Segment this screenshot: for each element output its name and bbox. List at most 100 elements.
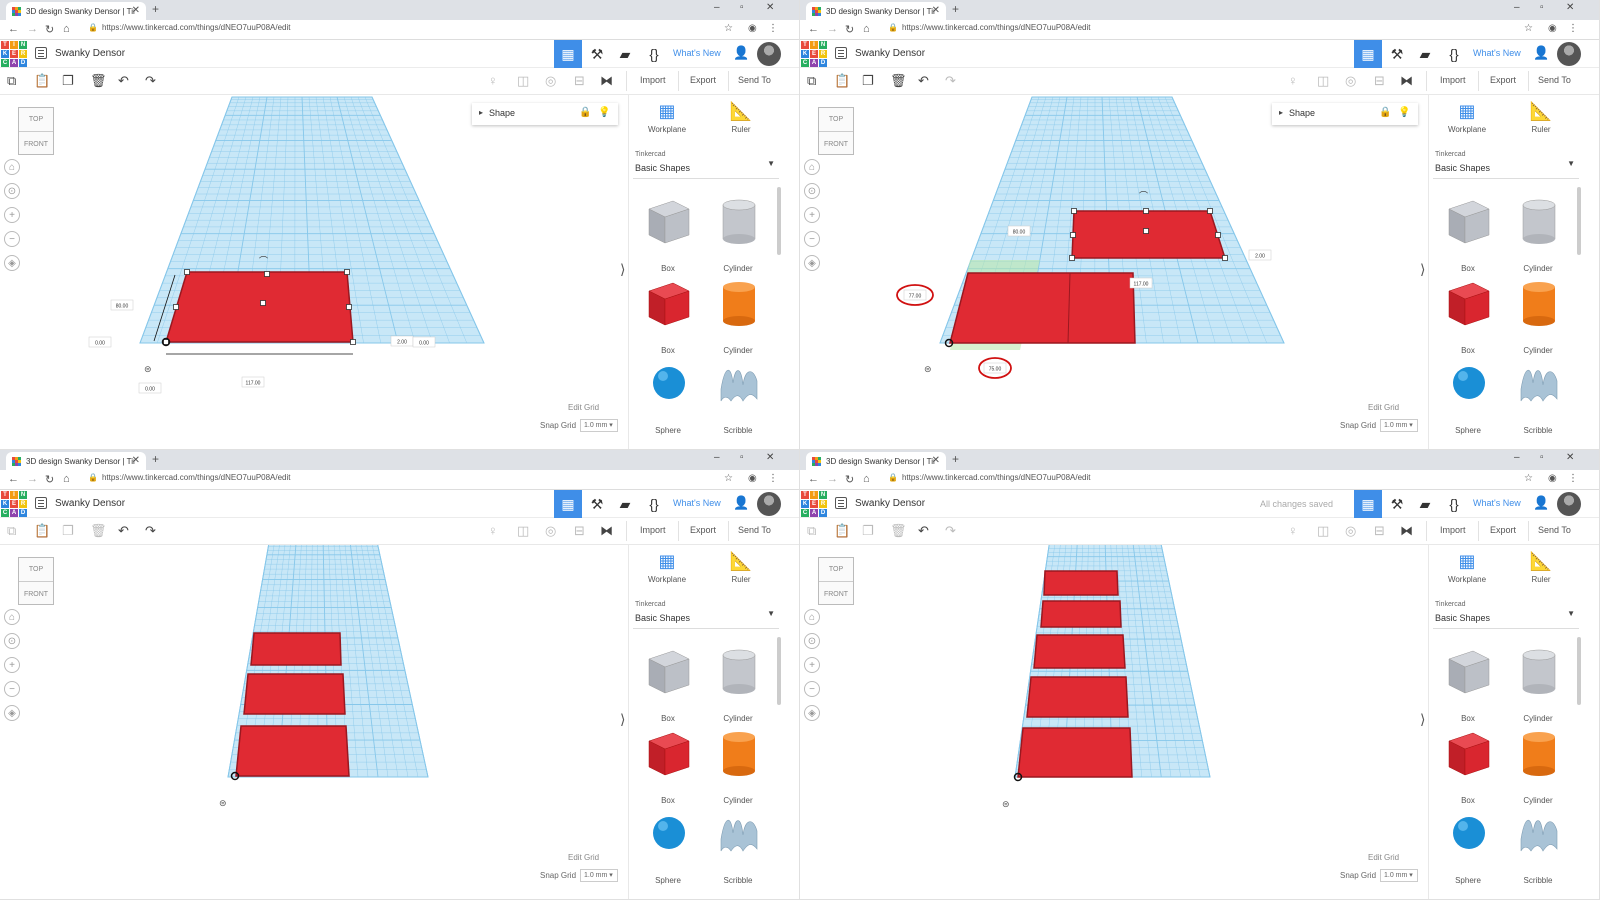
delete-icon[interactable]: 🗑: [890, 73, 907, 89]
y-position-value[interactable]: 0.00: [145, 387, 155, 393]
browser-tab[interactable]: 3D design Swanky Densor | Tinkercad ✕: [806, 452, 946, 470]
home-icon[interactable]: ⌂: [863, 23, 870, 35]
duplicate-icon[interactable]: ❐: [862, 73, 874, 89]
group-icon[interactable]: ◫: [517, 73, 529, 89]
copy-icon[interactable]: ⧉: [7, 523, 16, 539]
workplane-tool[interactable]: ▦ Workplane: [637, 551, 697, 584]
window-close-button[interactable]: ✕: [1566, 452, 1574, 463]
browser-menu-icon[interactable]: ⋮: [1568, 23, 1578, 34]
copy-icon[interactable]: ⧉: [7, 73, 16, 89]
snap-grid-select[interactable]: 1.0 mm ▾: [1380, 419, 1418, 432]
import-button[interactable]: Import: [1440, 75, 1466, 85]
3d-view-button[interactable]: ▦: [1354, 490, 1382, 518]
bookmark-star-icon[interactable]: ☆: [1524, 473, 1533, 484]
library-item-scribble[interactable]: Scribble: [1507, 807, 1569, 885]
home-view-icon[interactable]: ⌂: [4, 609, 20, 625]
url-field[interactable]: 🔒 https://www.tinkercad.com/things/dNEO7u…: [88, 23, 291, 32]
undo-icon[interactable]: ↶: [918, 73, 929, 89]
3d-viewport[interactable]: ⊜ TOP FRONT ⌂ ⊙ + − ◈ ⟩ Edit Grid Snap G…: [0, 545, 628, 900]
library-item-box[interactable]: Box: [637, 195, 699, 273]
tinkercad-logo[interactable]: TIN KER CAD: [1, 491, 27, 517]
resize-handle[interactable]: [346, 304, 352, 310]
edit-grid-link[interactable]: Edit Grid: [568, 403, 599, 412]
send-to-button[interactable]: Send To: [738, 525, 771, 535]
height-dimension-value[interactable]: 2.00: [397, 340, 407, 346]
library-item-cylinder[interactable]: Cylinder: [707, 727, 769, 805]
window-close-button[interactable]: ✕: [766, 2, 774, 13]
shape-panel-caret-icon[interactable]: ▸: [1279, 108, 1283, 117]
browser-menu-icon[interactable]: ⋮: [768, 23, 778, 34]
resize-handle[interactable]: [163, 339, 169, 345]
resize-handle[interactable]: [260, 300, 266, 306]
plate-shape-5[interactable]: [1017, 727, 1133, 778]
edit-grid-link[interactable]: Edit Grid: [568, 853, 599, 862]
reload-icon[interactable]: ↻: [45, 473, 54, 486]
library-scrollbar[interactable]: [777, 637, 781, 705]
view-cube-top[interactable]: TOP: [819, 108, 853, 132]
duplicate-icon[interactable]: ❐: [862, 523, 874, 539]
send-to-button[interactable]: Send To: [1538, 75, 1571, 85]
browser-menu-icon[interactable]: ⋮: [1568, 473, 1578, 484]
duplicate-icon[interactable]: ❐: [62, 73, 74, 89]
tab-close-icon[interactable]: ✕: [932, 5, 940, 16]
blocks-view-button[interactable]: ⚒: [1383, 40, 1411, 68]
zoom-in-icon[interactable]: +: [804, 657, 820, 673]
delete-icon[interactable]: 🗑: [90, 73, 107, 89]
blocks-view-button[interactable]: ⚒: [583, 490, 611, 518]
paste-icon[interactable]: 📋: [34, 73, 50, 89]
tab-close-icon[interactable]: ✕: [932, 455, 940, 466]
x-position-value[interactable]: 77.00: [909, 294, 922, 300]
view-cube-top[interactable]: TOP: [819, 558, 853, 582]
url-field[interactable]: 🔒 https://www.tinkercad.com/things/dNEO7u…: [888, 473, 1091, 482]
design-menu-icon[interactable]: [35, 497, 47, 509]
add-user-icon[interactable]: 👤: [1533, 495, 1549, 511]
workplane-settings-icon[interactable]: ⊜: [1002, 799, 1010, 809]
library-scrollbar[interactable]: [1577, 187, 1581, 255]
library-item-sphere[interactable]: Sphere: [1437, 357, 1499, 435]
undo-icon[interactable]: ↶: [118, 523, 129, 539]
reload-icon[interactable]: ↻: [845, 23, 854, 36]
delete-icon[interactable]: 🗑: [890, 523, 907, 539]
plate-shape-4[interactable]: [1026, 676, 1129, 718]
plate-shape-2[interactable]: [1040, 600, 1122, 628]
library-item-sphere[interactable]: Sphere: [1437, 807, 1499, 885]
resize-handle[interactable]: [1143, 208, 1149, 214]
shape-category-select[interactable]: Tinkercad Basic Shapes ▼: [1433, 145, 1579, 179]
library-item-cylinder[interactable]: Cylinder: [1507, 277, 1569, 355]
group-icon[interactable]: ◫: [1317, 523, 1329, 539]
zoom-out-icon[interactable]: −: [4, 681, 20, 697]
3d-view-button[interactable]: ▦: [554, 490, 582, 518]
design-title[interactable]: Swanky Densor: [855, 48, 925, 59]
forward-icon[interactable]: →: [27, 23, 38, 35]
x-position-value[interactable]: 0.00: [95, 341, 105, 347]
add-user-icon[interactable]: 👤: [733, 495, 749, 511]
ruler-tool[interactable]: 📐 Ruler: [1511, 551, 1571, 584]
fit-view-icon[interactable]: ⊙: [4, 183, 20, 199]
bookmark-star-icon[interactable]: ☆: [724, 23, 733, 34]
extension-icon[interactable]: ◉: [748, 473, 757, 484]
view-cube-top[interactable]: TOP: [19, 108, 53, 132]
shape-panel-caret-icon[interactable]: ▸: [479, 108, 483, 117]
url-field[interactable]: 🔒 https://www.tinkercad.com/things/dNEO7u…: [88, 473, 291, 482]
workplane-tool[interactable]: ▦ Workplane: [1437, 101, 1497, 134]
avatar[interactable]: [1557, 492, 1581, 516]
forward-icon[interactable]: →: [827, 473, 838, 485]
workplane-settings-icon[interactable]: ⊜: [144, 364, 152, 374]
export-button[interactable]: Export: [690, 525, 716, 535]
plate-shape-1[interactable]: [250, 632, 342, 666]
ungroup-icon[interactable]: ◎: [545, 523, 556, 539]
design-menu-icon[interactable]: [35, 47, 47, 59]
library-item-cylinder[interactable]: Cylinder: [1507, 645, 1569, 723]
maximize-button[interactable]: ▫: [740, 452, 744, 463]
workplane-scene[interactable]: ⊜: [0, 545, 628, 900]
mirror-icon[interactable]: ⧓: [1400, 523, 1413, 539]
resize-handle[interactable]: [1215, 232, 1221, 238]
collapse-panel-chevron-icon[interactable]: ⟩: [1420, 261, 1425, 278]
undo-icon[interactable]: ↶: [918, 523, 929, 539]
collapse-panel-chevron-icon[interactable]: ⟩: [620, 711, 625, 728]
zoom-in-icon[interactable]: +: [4, 207, 20, 223]
resize-handle[interactable]: [264, 271, 270, 277]
snap-grid-select[interactable]: 1.0 mm ▾: [580, 419, 618, 432]
resize-handle[interactable]: [184, 269, 190, 275]
blocks-view-button[interactable]: ⚒: [1383, 490, 1411, 518]
